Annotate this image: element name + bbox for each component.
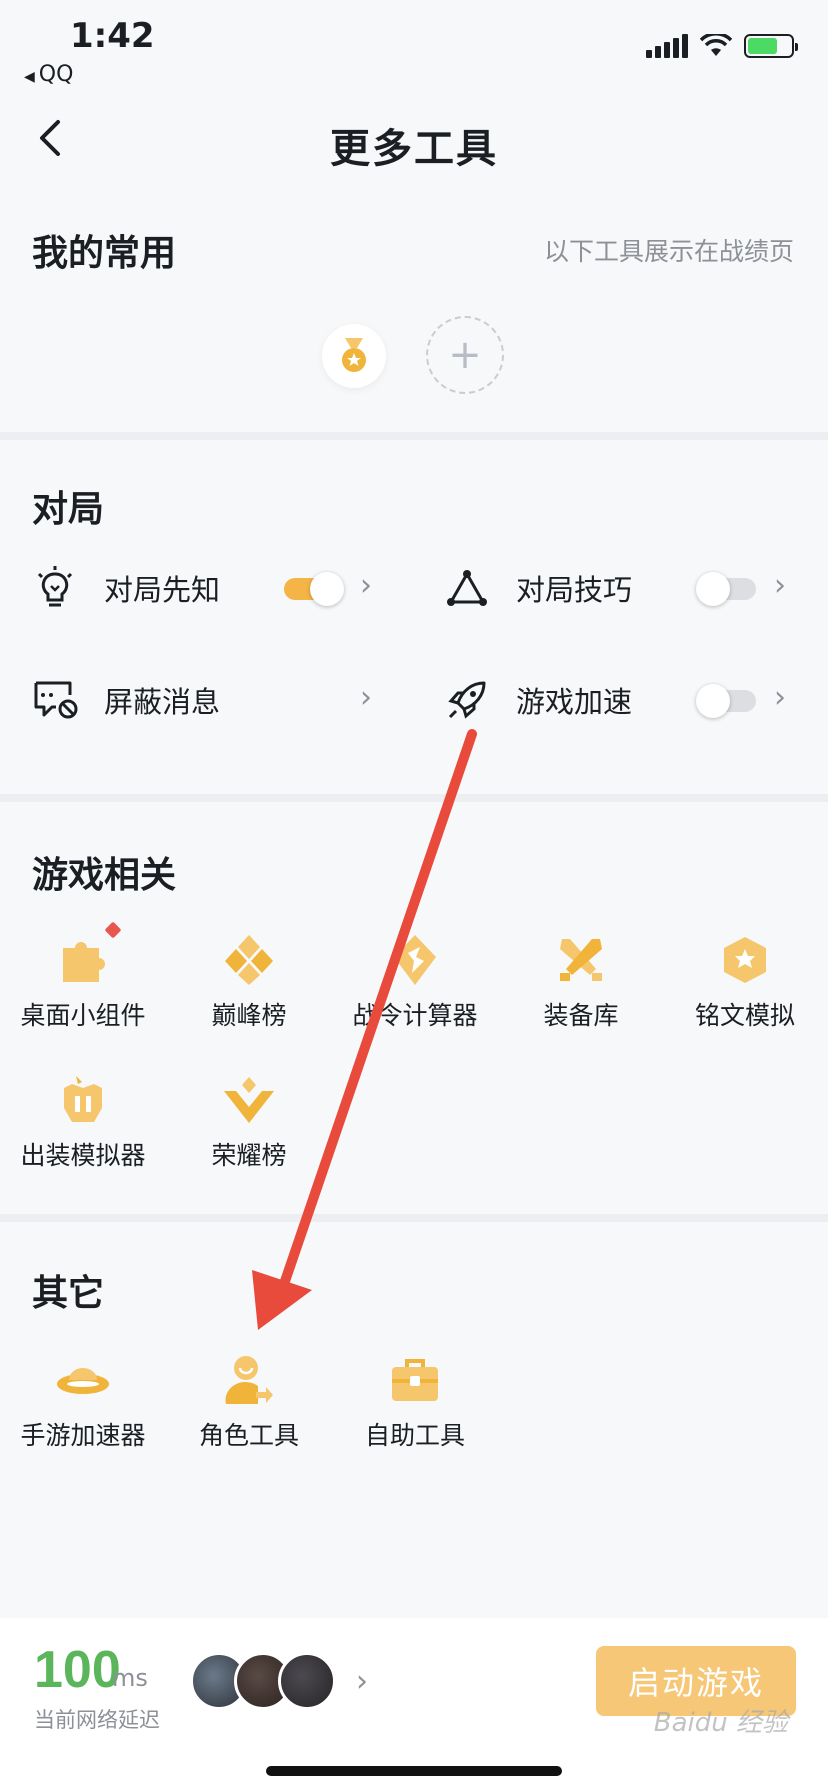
tool-equipment-library[interactable]: 装备库 xyxy=(498,932,664,1052)
tool-desktop-widget[interactable]: 桌面小组件 xyxy=(0,921,166,1052)
watermark: Baidu 经验 xyxy=(653,1708,788,1738)
status-indicators xyxy=(646,34,798,58)
toolbox-icon xyxy=(392,1359,438,1401)
tool-build-simulator[interactable]: 出装模拟器 xyxy=(0,1072,166,1192)
tool-role-tools[interactable]: 角色工具 xyxy=(166,1352,332,1472)
tool-label: 角色工具 xyxy=(198,1421,299,1450)
option-match-tips[interactable]: 对局技巧 xyxy=(442,558,702,618)
status-bar: 1:42 ◀ QQ xyxy=(0,0,828,90)
battery-icon xyxy=(744,34,798,58)
chevron-right-icon[interactable]: › xyxy=(356,1664,368,1699)
diamond-rank-icon xyxy=(225,935,273,985)
match-prophet-toggle[interactable] xyxy=(284,572,344,606)
armor-icon xyxy=(64,1076,102,1122)
tool-peak-ranking[interactable]: 巅峰榜 xyxy=(166,932,332,1052)
tool-label: 铭文模拟 xyxy=(694,1001,795,1030)
block-message-icon xyxy=(34,681,78,719)
chevron-right-icon[interactable]: › xyxy=(774,568,786,603)
chevron-right-icon[interactable]: › xyxy=(360,568,372,603)
tool-label: 战令计算器 xyxy=(352,1001,478,1030)
medal-icon xyxy=(342,338,366,372)
tool-mobile-accelerator[interactable]: 手游加速器 xyxy=(0,1352,166,1472)
signal-icon xyxy=(646,34,688,58)
back-triangle-icon: ◀ xyxy=(24,69,35,85)
favorites-hint: 以下工具展示在战绩页 xyxy=(543,237,794,266)
chevron-right-icon[interactable]: › xyxy=(360,680,372,715)
triangle-nodes-icon xyxy=(447,570,487,606)
favorites-heading: 我的常用 xyxy=(32,233,177,274)
hexagon-star-icon xyxy=(724,937,766,983)
rocket-icon xyxy=(448,681,486,719)
lightbulb-icon xyxy=(37,566,73,607)
crossed-swords-icon xyxy=(560,939,602,981)
option-label: 游戏加速 xyxy=(516,685,633,719)
nav-bar: 更多工具 xyxy=(0,96,828,186)
match-tips-toggle[interactable] xyxy=(696,572,756,606)
tool-label: 桌面小组件 xyxy=(20,1001,146,1030)
wifi-icon xyxy=(700,34,732,56)
chevron-right-icon[interactable]: › xyxy=(774,680,786,715)
option-label: 对局先知 xyxy=(104,573,221,607)
back-app-label: QQ xyxy=(38,62,74,87)
latency-label: 当前网络延迟 xyxy=(34,1708,160,1732)
tool-label: 装备库 xyxy=(543,1001,619,1030)
back-to-app-link[interactable]: ◀ QQ xyxy=(24,62,73,87)
tool-battle-pass-calculator[interactable]: 战令计算器 xyxy=(332,932,498,1052)
game-heading: 游戏相关 xyxy=(32,855,177,896)
tool-label: 自助工具 xyxy=(364,1421,465,1450)
puzzle-icon xyxy=(63,942,105,982)
tool-label: 荣耀榜 xyxy=(211,1141,287,1170)
game-boost-toggle[interactable] xyxy=(696,684,756,718)
option-label: 对局技巧 xyxy=(516,573,633,607)
tool-label: 手游加速器 xyxy=(20,1421,146,1450)
friends-avatars[interactable] xyxy=(190,1652,340,1710)
option-game-boost[interactable]: 游戏加速 xyxy=(442,670,702,730)
role-transfer-icon xyxy=(225,1356,273,1404)
latency-unit: ms xyxy=(112,1664,148,1692)
ufo-icon xyxy=(57,1368,109,1394)
home-indicator[interactable] xyxy=(266,1766,562,1776)
section-divider xyxy=(0,1214,828,1222)
page-title: 更多工具 xyxy=(330,126,498,172)
option-block-messages[interactable]: 屏蔽消息 xyxy=(30,670,390,730)
glory-rank-icon xyxy=(224,1077,274,1123)
status-time: 1:42 xyxy=(70,16,155,56)
battle-pass-icon xyxy=(394,935,436,985)
avatar xyxy=(278,1652,336,1710)
tool-self-service[interactable]: 自助工具 xyxy=(332,1352,498,1472)
section-divider xyxy=(0,432,828,440)
tool-label: 巅峰榜 xyxy=(211,1001,287,1030)
add-favorite-button[interactable]: + xyxy=(426,316,504,394)
tool-glory-ranking[interactable]: 荣耀榜 xyxy=(166,1072,332,1192)
latency-value: 100 xyxy=(34,1641,121,1699)
tool-inscription-simulator[interactable]: 铭文模拟 xyxy=(662,932,828,1052)
other-heading: 其它 xyxy=(32,1273,105,1314)
favorite-item-medal[interactable] xyxy=(322,324,386,388)
section-divider xyxy=(0,794,828,802)
option-label: 屏蔽消息 xyxy=(104,685,221,719)
match-heading: 对局 xyxy=(32,489,105,530)
tool-label: 出装模拟器 xyxy=(20,1141,146,1170)
